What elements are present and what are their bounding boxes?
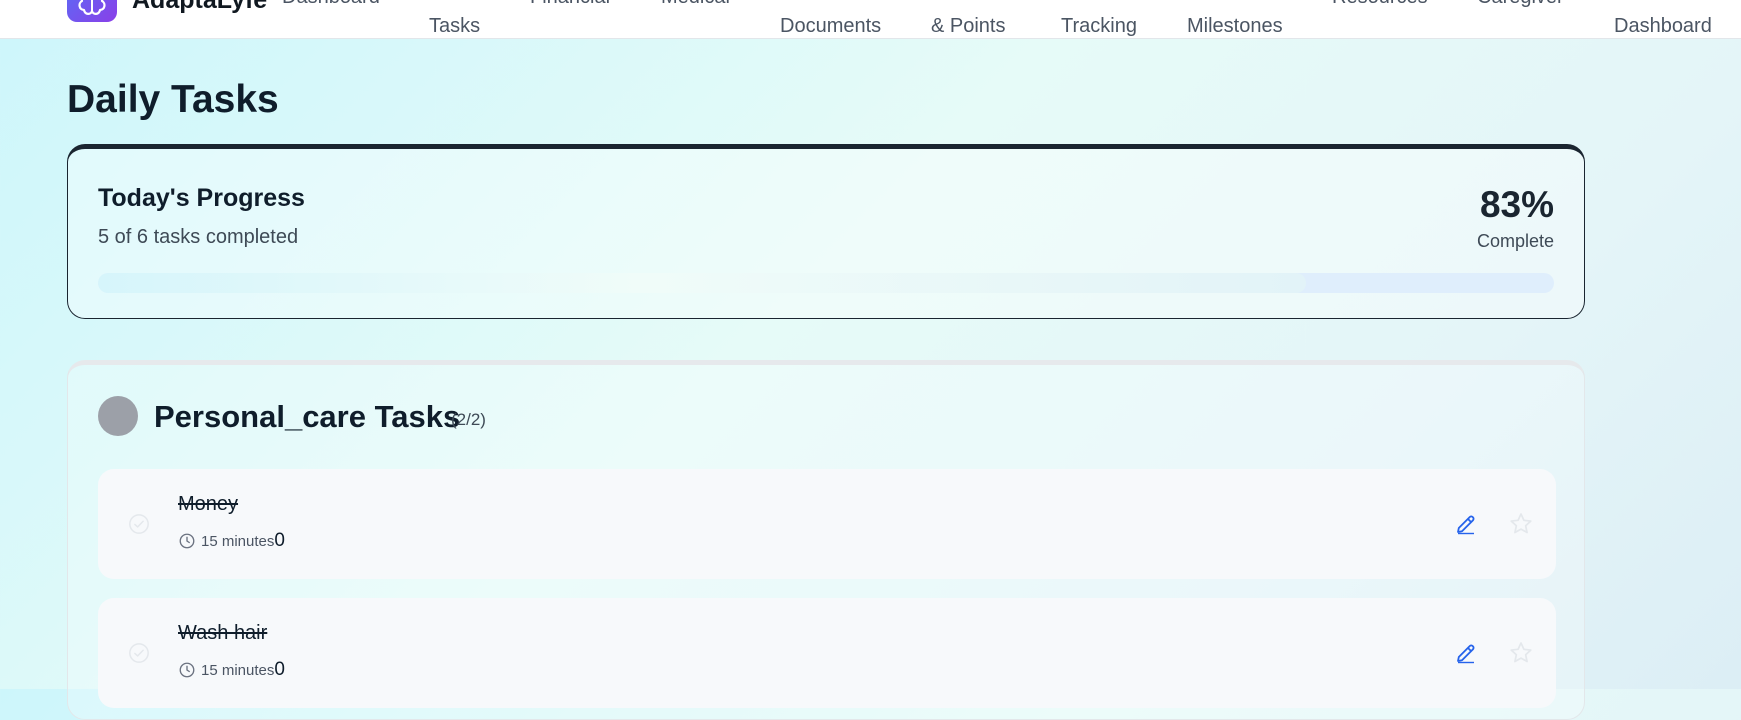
task-name: Money: [178, 493, 239, 515]
nav-tracking-line1: [1061, 0, 1137, 14]
task-duration: 15 minutes: [201, 661, 275, 679]
nav-milestones-label: Milestones: [1187, 15, 1283, 37]
nav-milestones[interactable]: Milestones: [1187, 0, 1283, 38]
task-meta: 15 minutes 0: [178, 659, 285, 681]
nav-dashboard-label: Dashboard: [282, 0, 380, 9]
nav-documents[interactable]: Documents: [780, 0, 881, 38]
progress-card: Today's Progress 5 of 6 tasks completed …: [67, 144, 1585, 319]
task-duration: 15 minutes: [201, 532, 275, 550]
nav-caregiver[interactable]: Caregiver: [1477, 0, 1564, 9]
task-item: Wash hair 15 minutes 0: [98, 598, 1556, 708]
nav-documents-label: Documents: [780, 15, 882, 37]
page-title: Daily Tasks: [67, 78, 279, 121]
nav-caregiver-dashboard-label: Dashboard: [1614, 15, 1712, 37]
brain-icon: [78, 0, 106, 15]
nav-points-line1: [931, 0, 1005, 14]
clock-icon: [179, 662, 195, 678]
nav-dashboard[interactable]: Dashboard: [282, 0, 380, 9]
nav-tasks-label: Tasks: [429, 15, 481, 37]
nav-tasks[interactable]: Tasks: [429, 0, 480, 38]
task-points: 0: [274, 659, 285, 680]
nav-points-label: & Points: [931, 15, 1006, 37]
pencil-icon[interactable]: [1454, 512, 1478, 536]
nav-medical[interactable]: Medical: [661, 0, 730, 9]
progress-subtitle: 5 of 6 tasks completed: [98, 226, 299, 248]
nav-caregiver-dashboard[interactable]: Dashboard: [1614, 0, 1712, 38]
top-navigation-bar: AdaptaLyfe Dashboard Tasks Financial Med…: [0, 0, 1741, 39]
star-icon[interactable]: [1508, 511, 1534, 537]
category-color-dot: [98, 396, 138, 436]
pencil-icon[interactable]: [1454, 641, 1478, 665]
nav-points[interactable]: & Points: [931, 0, 1005, 38]
category-card-personal-care: Personal_care Tasks (2/2) Money 15 minut…: [67, 360, 1585, 720]
nav-medical-label: Medical: [661, 0, 730, 9]
app-name[interactable]: AdaptaLyfe: [132, 0, 267, 15]
check-circle-icon[interactable]: [128, 642, 150, 664]
nav-tracking[interactable]: Tracking: [1061, 0, 1137, 38]
clock-icon: [179, 533, 195, 549]
progress-title: Today's Progress: [98, 184, 305, 212]
nav-resources[interactable]: Resources: [1332, 0, 1428, 9]
task-name: Wash hair: [178, 622, 268, 644]
nav-tracking-label: Tracking: [1061, 15, 1137, 37]
category-count: (2/2): [451, 410, 486, 429]
category-title: Personal_care Tasks: [154, 399, 461, 434]
nav-financial-label: Financial: [530, 0, 610, 9]
progress-complete-label: Complete: [1476, 231, 1554, 251]
nav-caregiver-label: Caregiver: [1477, 0, 1564, 9]
progress-bar-track: [98, 273, 1554, 293]
progress-percent: 83%: [1479, 184, 1554, 225]
nav-documents-line1: [780, 0, 881, 14]
nav-financial[interactable]: Financial: [530, 0, 610, 9]
nav-caregiver-dashboard-line1: [1614, 0, 1712, 14]
task-points: 0: [274, 530, 285, 551]
app-logo[interactable]: [67, 0, 117, 22]
star-icon[interactable]: [1508, 640, 1534, 666]
nav-tasks-line1: [429, 0, 480, 14]
progress-bar-fill: [98, 273, 1307, 293]
nav-milestones-line1: [1187, 0, 1283, 14]
nav-resources-label: Resources: [1332, 0, 1428, 9]
task-item: Money 15 minutes 0: [98, 469, 1556, 579]
check-circle-icon[interactable]: [128, 513, 150, 535]
task-meta: 15 minutes 0: [178, 530, 285, 552]
